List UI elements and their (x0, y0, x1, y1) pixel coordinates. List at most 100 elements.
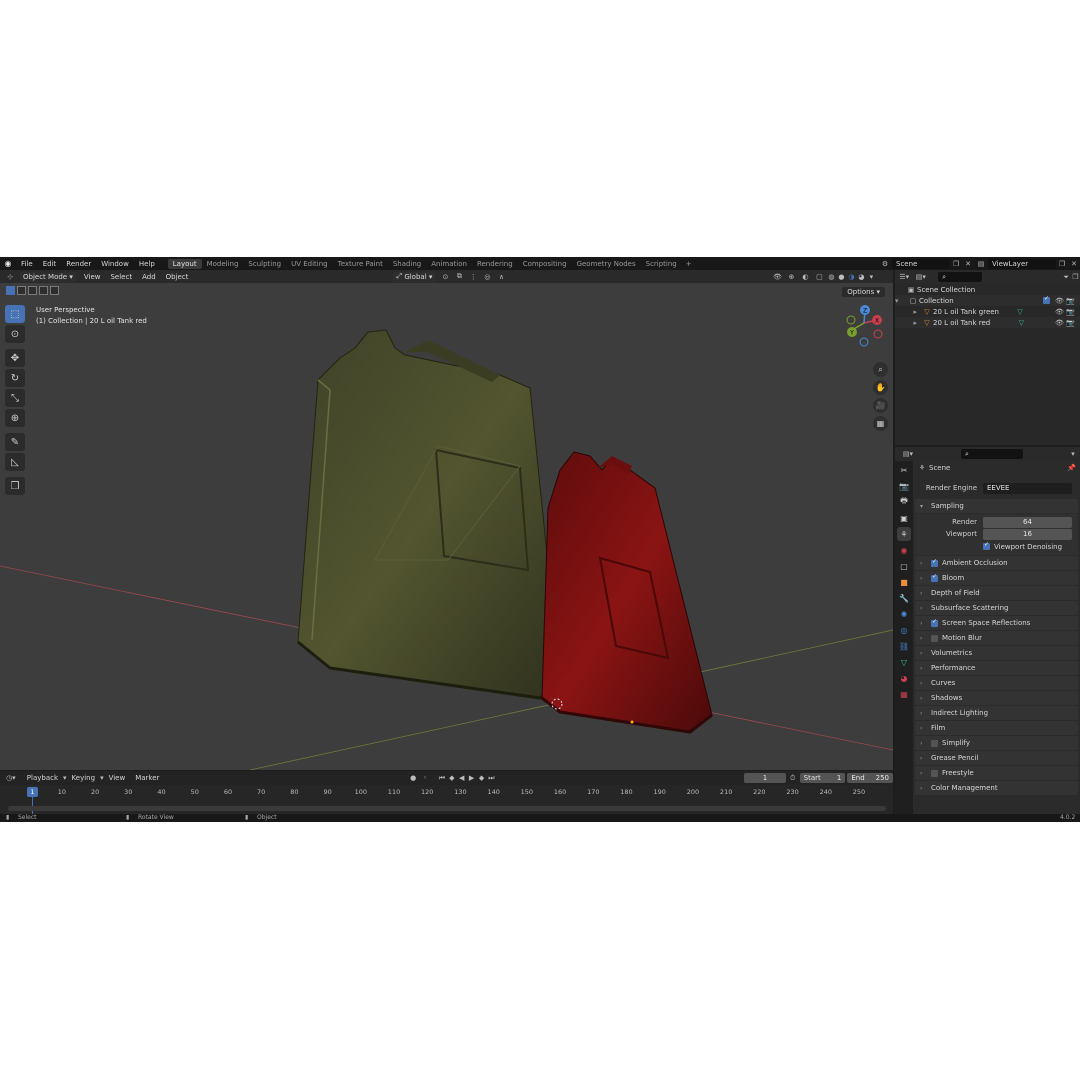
timeline-menu-playback[interactable]: Playback (22, 774, 63, 782)
tool-tab-icon[interactable]: ✂ (897, 463, 911, 477)
outliner-search-input[interactable]: ⌕ (938, 272, 982, 282)
panel-header[interactable]: › Grease Pencil (915, 751, 1078, 765)
camera-icon[interactable]: 📷 (1065, 319, 1076, 327)
perspective-toggle-icon[interactable]: ▦ (873, 416, 888, 431)
add-cube-tool-icon[interactable]: ❒ (5, 477, 25, 495)
output-tab-icon[interactable]: 🖶 (897, 495, 911, 509)
object-tab-icon[interactable]: ■ (897, 575, 911, 589)
measure-tool-icon[interactable]: ◺ (5, 453, 25, 471)
camera-icon[interactable]: 📷 (1065, 297, 1076, 305)
tab-texture-paint[interactable]: Texture Paint (333, 259, 388, 269)
pivot-icon[interactable]: ⊙ (438, 273, 452, 281)
play-icon[interactable]: ▶ (467, 774, 477, 782)
new-scene-icon[interactable]: ❐ (950, 260, 962, 268)
prev-keyframe-icon[interactable]: ◆ (447, 774, 457, 782)
panel-header[interactable]: › Motion Blur (915, 631, 1078, 645)
timeline-menu-marker[interactable]: Marker (130, 774, 164, 782)
panel-header[interactable]: › Color Management (915, 781, 1078, 795)
select-box-tool-icon[interactable]: ⬚ (5, 305, 25, 323)
outliner-row-collection[interactable]: ▾ ▢ Collection 👁 📷 (895, 295, 1080, 306)
proportional-edit-icon[interactable]: ◎ (480, 273, 494, 281)
tab-scripting[interactable]: Scripting (641, 259, 682, 269)
view-layer-icon[interactable]: ▤ (974, 260, 988, 268)
snap-target-icon[interactable]: ⋮ (466, 273, 480, 281)
tab-uv-editing[interactable]: UV Editing (286, 259, 333, 269)
new-view-layer-icon[interactable]: ❐ (1056, 260, 1068, 268)
navigation-gizmo[interactable]: X Z Y (846, 305, 883, 347)
material-shading-icon[interactable]: ◑ (846, 273, 856, 281)
expand-arrow-icon[interactable]: ▾ (895, 297, 907, 305)
data-tab-icon[interactable]: ▽ (897, 655, 911, 669)
texture-tab-icon[interactable]: ▦ (897, 687, 911, 701)
panel-header[interactable]: › Freestyle (915, 766, 1078, 780)
scale-tool-icon[interactable]: ⤡ (5, 389, 25, 407)
snap-icon[interactable]: ⧉ (452, 272, 466, 281)
camera-icon[interactable]: 📷 (1065, 308, 1076, 316)
panel-header[interactable]: › Depth of Field (915, 586, 1078, 600)
jump-start-icon[interactable]: ⏮ (437, 774, 447, 783)
jump-end-icon[interactable]: ⏭ (486, 774, 496, 783)
view-layer-field[interactable]: ViewLayer (988, 258, 1056, 269)
tab-animation[interactable]: Animation (426, 259, 472, 269)
end-frame-field[interactable]: End 250 (847, 773, 893, 783)
material-tab-icon[interactable]: ◕ (897, 671, 911, 685)
current-frame-field[interactable]: 1 (744, 773, 786, 783)
panel-header[interactable]: › Indirect Lighting (915, 706, 1078, 720)
viewport-menu-add[interactable]: Add (137, 273, 161, 281)
menu-window[interactable]: Window (96, 260, 134, 268)
outliner-editor-icon[interactable]: ☰▾ (899, 273, 910, 281)
scene-icon[interactable]: ⚙ (878, 260, 892, 268)
menu-render[interactable]: Render (61, 260, 96, 268)
timeline-menu-view[interactable]: View (104, 774, 131, 782)
rotate-tool-icon[interactable]: ↻ (5, 369, 25, 387)
collection-tab-icon[interactable]: ▢ (897, 559, 911, 573)
properties-search-input[interactable]: ⌕ (961, 449, 1023, 459)
viewport-menu-view[interactable]: View (79, 273, 106, 281)
tab-shading[interactable]: Shading (388, 259, 426, 269)
view-layer-tab-icon[interactable]: ▣ (897, 511, 911, 525)
new-collection-icon[interactable]: ❐ (1071, 273, 1080, 281)
render-samples-field[interactable]: 64 (983, 516, 1072, 528)
world-tab-icon[interactable]: ◉ (897, 543, 911, 557)
start-frame-field[interactable]: Start 1 (799, 773, 846, 783)
panel-header[interactable]: › Volumetrics (915, 646, 1078, 660)
falloff-icon[interactable]: ∧ (494, 273, 508, 281)
editor-type-icon[interactable]: ⊹ (0, 273, 20, 281)
panel-header[interactable]: › Bloom (915, 571, 1078, 585)
collection-exclude-checkbox[interactable] (1043, 295, 1050, 304)
viewport-menu-select[interactable]: Select (105, 273, 137, 281)
scene-tab-icon[interactable]: ⚘ (897, 527, 911, 541)
panel-enable-checkbox[interactable] (931, 634, 938, 642)
eye-icon[interactable]: 👁 (1054, 308, 1065, 316)
rendered-shading-icon[interactable]: ◕ (856, 273, 866, 281)
tab-compositing[interactable]: Compositing (518, 259, 572, 269)
panel-header[interactable]: › Ambient Occlusion (915, 556, 1078, 570)
panel-header[interactable]: › Performance (915, 661, 1078, 675)
tab-sculpting[interactable]: Sculpting (243, 259, 286, 269)
gizmo-toggle-icon[interactable]: ⊕ (784, 273, 798, 281)
panel-header[interactable]: › Simplify (915, 736, 1078, 750)
particles-tab-icon[interactable]: ✺ (897, 607, 911, 621)
physics-tab-icon[interactable]: ◎ (897, 623, 911, 637)
panel-enable-checkbox[interactable] (931, 573, 938, 582)
xray-icon[interactable]: ▢ (812, 273, 826, 281)
delete-view-layer-icon[interactable]: ✕ (1068, 260, 1080, 268)
eye-icon[interactable]: 👁 (1054, 297, 1065, 305)
panel-header[interactable]: › Film (915, 721, 1078, 735)
transform-tool-icon[interactable]: ⊕ (5, 409, 25, 427)
solid-shading-icon[interactable]: ● (836, 273, 846, 281)
visibility-icon[interactable]: 👁 (770, 273, 784, 281)
tab-modeling[interactable]: Modeling (202, 259, 244, 269)
move-tool-icon[interactable]: ✥ (5, 349, 25, 367)
scene-field[interactable]: Scene (892, 258, 950, 269)
delete-scene-icon[interactable]: ✕ (962, 260, 974, 268)
play-reverse-icon[interactable]: ◀ (457, 774, 467, 782)
viewport-menu-object[interactable]: Object (161, 273, 194, 281)
select-new-icon[interactable] (6, 286, 15, 295)
add-workspace-button[interactable]: + (682, 260, 696, 268)
shading-options-icon[interactable]: ▾ (866, 273, 876, 281)
outliner-row-tank-red[interactable]: ▸ ▽ 20 L oil Tank red ▽ 👁 📷 (895, 317, 1080, 328)
panel-enable-checkbox[interactable] (931, 558, 938, 567)
panel-header[interactable]: › Subsurface Scattering (915, 601, 1078, 615)
select-subtract-icon[interactable] (28, 286, 37, 295)
